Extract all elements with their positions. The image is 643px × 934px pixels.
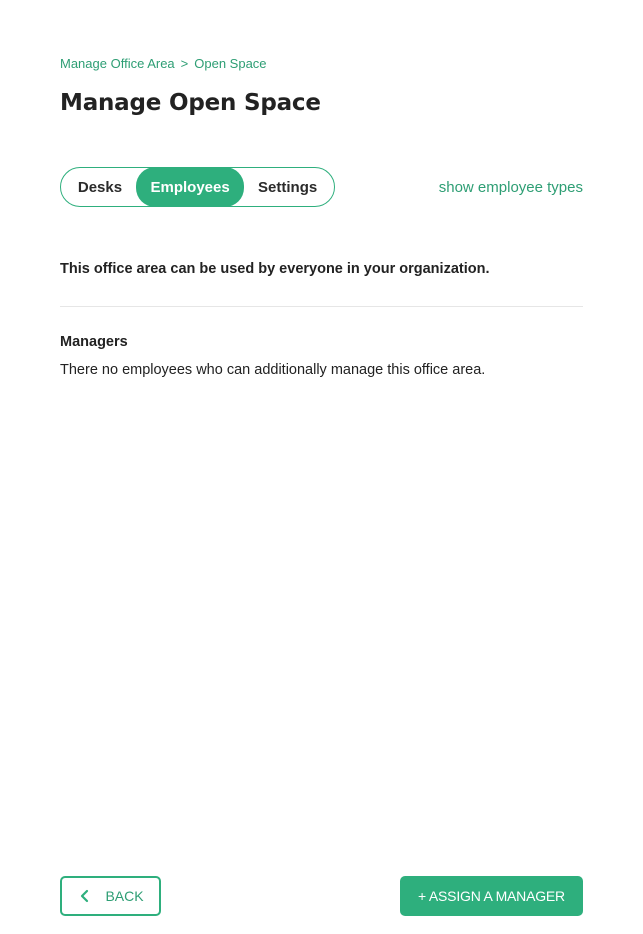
breadcrumb-item-open-space[interactable]: Open Space xyxy=(194,56,266,71)
divider xyxy=(60,306,583,307)
tab-settings[interactable]: Settings xyxy=(244,168,331,206)
managers-heading: Managers xyxy=(60,334,128,350)
availability-text: This office area can be used by everyone… xyxy=(60,261,490,277)
tab-group: Desks Employees Settings xyxy=(60,167,335,207)
show-employee-types-link[interactable]: show employee types xyxy=(439,179,583,196)
managers-empty-text: There no employees who can additionally … xyxy=(60,362,486,378)
tab-desks[interactable]: Desks xyxy=(64,168,136,206)
breadcrumb-item-manage-office-area[interactable]: Manage Office Area xyxy=(60,56,175,71)
tab-employees[interactable]: Employees xyxy=(135,167,245,207)
back-button[interactable]: BACK xyxy=(60,876,161,916)
chevron-left-icon xyxy=(81,889,89,903)
page-title: Manage Open Space xyxy=(60,90,321,116)
assign-manager-button-label: + ASSIGN A MANAGER xyxy=(418,888,565,904)
breadcrumb-separator: > xyxy=(180,56,189,71)
back-button-label: BACK xyxy=(105,888,144,904)
assign-manager-button[interactable]: + ASSIGN A MANAGER xyxy=(400,876,583,916)
breadcrumb: Manage Office Area > Open Space xyxy=(60,56,267,71)
